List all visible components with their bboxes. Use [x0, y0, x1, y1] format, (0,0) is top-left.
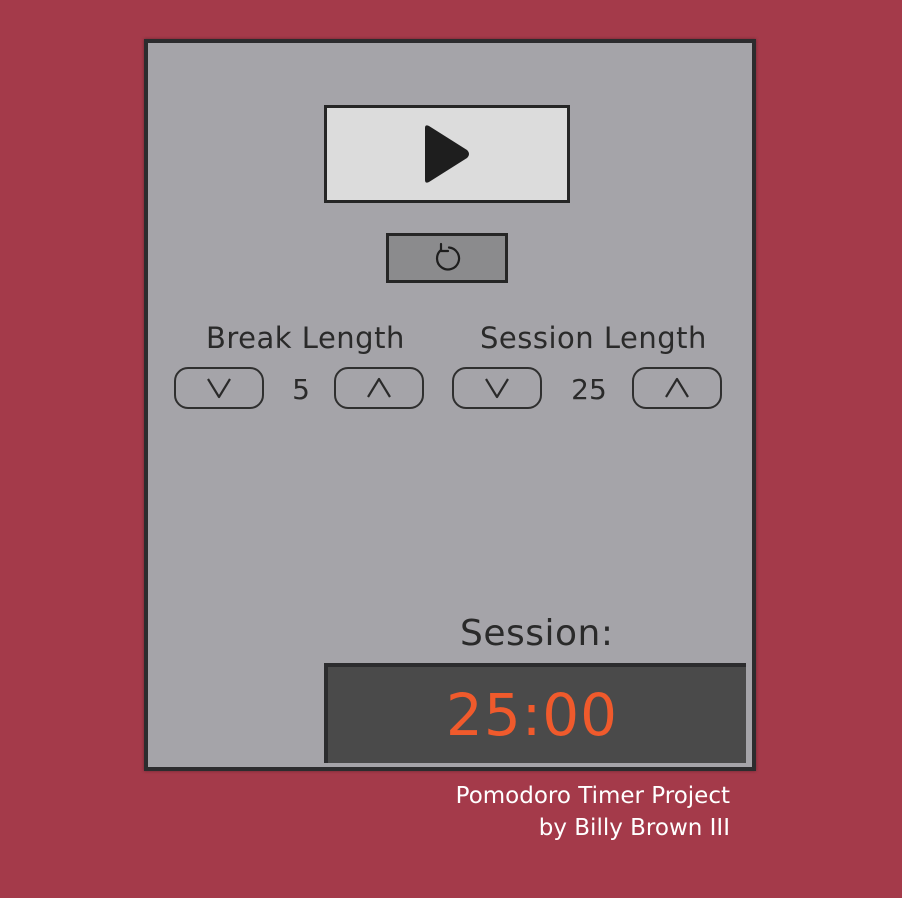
session-increment-button[interactable] — [632, 367, 722, 409]
session-length-value: 25 — [571, 373, 607, 406]
timer-display: 25:00 — [324, 663, 746, 763]
time-left: 25:00 — [445, 681, 619, 749]
chevron-up-icon — [665, 377, 689, 398]
session-length-label: Session Length — [480, 321, 707, 355]
footer-line-author: by Billy Brown III — [538, 815, 730, 841]
footer-credit: Pomodoro Timer Project by Billy Brown II… — [456, 780, 730, 844]
play-icon — [425, 125, 469, 183]
break-length-value: 5 — [292, 373, 310, 406]
reset-button[interactable] — [386, 233, 508, 283]
break-decrement-button[interactable] — [174, 367, 264, 409]
break-increment-button[interactable] — [334, 367, 424, 409]
chevron-down-icon — [485, 378, 509, 399]
timer-label: Session: — [460, 613, 614, 654]
reset-icon — [436, 242, 461, 271]
footer-line-project: Pomodoro Timer Project — [455, 783, 730, 809]
pomodoro-panel: Break Length Session Length 5 25 Session… — [144, 39, 756, 771]
chevron-up-icon — [367, 377, 391, 398]
break-length-label: Break Length — [206, 321, 405, 355]
play-button[interactable] — [324, 105, 570, 203]
chevron-down-icon — [207, 378, 231, 399]
session-decrement-button[interactable] — [452, 367, 542, 409]
